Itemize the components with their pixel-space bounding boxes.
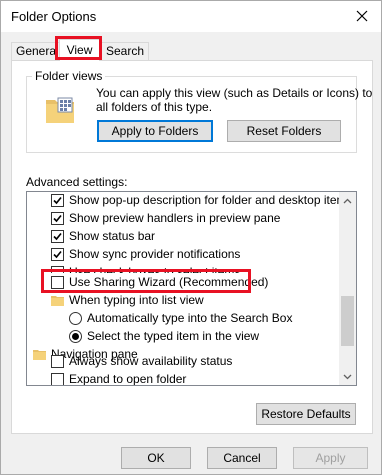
- reset-folders-button[interactable]: Reset Folders: [227, 120, 341, 142]
- checkbox[interactable]: [51, 372, 64, 385]
- list-item-group: When typing into list view: [51, 291, 204, 309]
- list-item-label: Use Sharing Wizard (Recommended): [69, 275, 269, 289]
- list-item[interactable]: Show pop-up description for folder and d…: [51, 192, 353, 209]
- close-icon: [356, 10, 368, 22]
- checkbox[interactable]: [51, 354, 64, 368]
- list-item-label: Expand to open folder: [69, 372, 187, 386]
- list-item-label: Always show availability status: [69, 354, 233, 368]
- folder-views-description-line2: all folders of this type.: [96, 100, 213, 114]
- window-title: Folder Options: [11, 9, 97, 24]
- scrollbar-thumb[interactable]: [341, 296, 354, 346]
- checkmark-icon: [53, 232, 62, 240]
- close-button[interactable]: [347, 1, 377, 31]
- tab-view[interactable]: View: [59, 39, 100, 61]
- title-bar: Folder Options: [1, 1, 381, 32]
- chevron-up-icon: [343, 198, 352, 203]
- checkbox[interactable]: [51, 193, 64, 207]
- list-item[interactable]: Show status bar: [51, 227, 155, 245]
- apply-button[interactable]: Apply: [293, 447, 368, 469]
- checkbox[interactable]: [51, 275, 64, 289]
- list-item-sharing-wizard[interactable]: Use Sharing Wizard (Recommended): [51, 273, 269, 291]
- folder-view-icon: [46, 97, 74, 123]
- checkmark-icon: [53, 196, 62, 204]
- list-item-label: When typing into list view: [69, 293, 204, 307]
- folder-options-dialog: Folder Options General View Search Folde…: [0, 0, 382, 475]
- tab-search[interactable]: Search: [102, 42, 150, 60]
- cancel-button[interactable]: Cancel: [207, 447, 277, 469]
- list-item-label: Show preview handlers in preview pane: [69, 211, 281, 225]
- checkmark-icon: [53, 250, 62, 258]
- list-item[interactable]: Always show availability status: [51, 352, 232, 370]
- list-item-label: Show sync provider notifications: [69, 247, 241, 261]
- scroll-up-button[interactable]: [339, 192, 356, 209]
- folder-views-label: Folder views: [32, 69, 106, 83]
- list-item-label: Select the typed item in the view: [87, 329, 260, 343]
- apply-to-folders-button[interactable]: Apply to Folders: [97, 120, 213, 142]
- checkbox[interactable]: [51, 247, 64, 261]
- list-item[interactable]: Show sync provider notifications: [51, 245, 240, 263]
- radio-button[interactable]: [69, 311, 82, 325]
- folder-views-description: You can apply this view (such as Details…: [96, 86, 372, 114]
- radio-button[interactable]: [69, 329, 82, 343]
- checkbox[interactable]: [51, 211, 64, 225]
- list-item[interactable]: Show preview handlers in preview pane: [51, 209, 280, 227]
- list-item[interactable]: Automatically type into the Search Box: [69, 309, 292, 327]
- restore-defaults-button[interactable]: Restore Defaults: [256, 403, 356, 425]
- checkmark-icon: [53, 214, 62, 222]
- scroll-down-button[interactable]: [339, 368, 356, 385]
- vertical-scrollbar[interactable]: [339, 192, 356, 385]
- advanced-settings-label: Advanced settings:: [26, 175, 128, 189]
- folder-icon: [33, 349, 46, 360]
- ok-button[interactable]: OK: [121, 447, 191, 469]
- list-item[interactable]: Select the typed item in the view: [69, 327, 259, 345]
- folder-icon: [51, 295, 64, 306]
- folder-views-description-line1: You can apply this view (such as Details…: [96, 86, 373, 100]
- checkbox[interactable]: [51, 229, 64, 243]
- advanced-settings-list: Show pop-up description for folder and d…: [26, 191, 357, 386]
- list-item-label: Show status bar: [69, 229, 156, 243]
- list-item-label: Show pop-up description for folder and d…: [69, 193, 353, 207]
- tab-general[interactable]: General: [11, 42, 64, 60]
- list-item-label: Automatically type into the Search Box: [87, 311, 293, 325]
- list-item[interactable]: Expand to open folder: [51, 370, 187, 386]
- chevron-down-icon: [343, 374, 352, 379]
